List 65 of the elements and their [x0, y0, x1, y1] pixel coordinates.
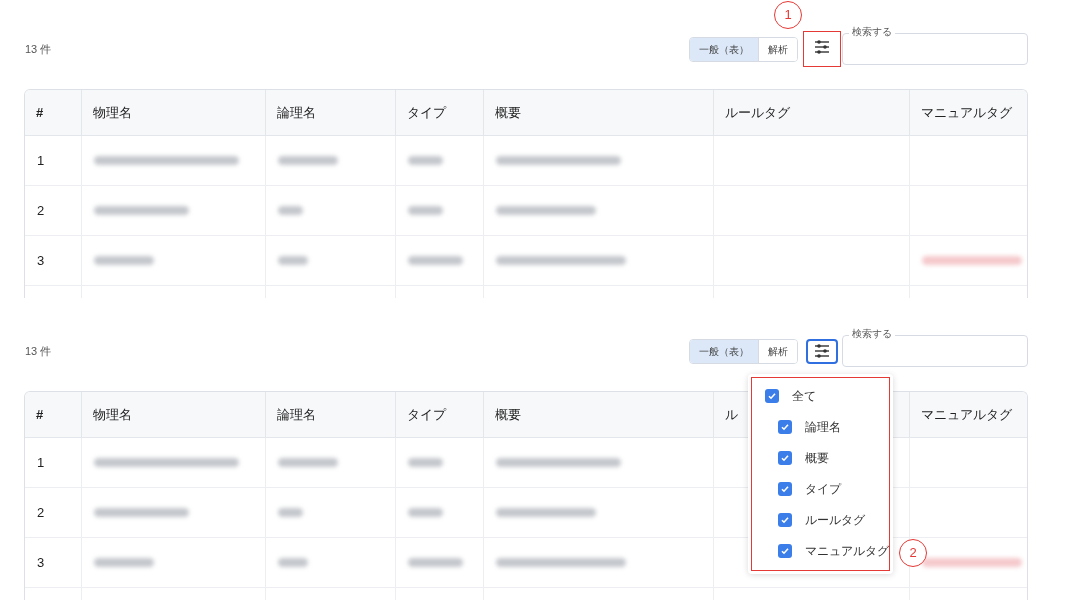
blurred-text — [278, 508, 303, 517]
blurred-text — [408, 458, 443, 467]
view-tab[interactable]: 解析 — [758, 37, 797, 61]
menu-option-label[interactable]: ルールタグ — [805, 511, 865, 529]
checkbox[interactable] — [778, 482, 792, 496]
column-header: マニュアルタグ — [921, 103, 1012, 122]
blurred-text — [408, 508, 443, 517]
annotation-number: 1 — [774, 1, 802, 29]
column-header: タイプ — [407, 405, 446, 424]
column-header: ル — [725, 405, 738, 424]
column-header: 論理名 — [277, 103, 316, 122]
column-header: タイプ — [407, 103, 446, 122]
row-number: 2 — [37, 503, 45, 522]
sliders-icon — [814, 39, 830, 54]
check-icon — [780, 484, 790, 494]
column-header: マニュアルタグ — [921, 405, 1012, 424]
row-number: 1 — [37, 151, 45, 170]
column-header: 物理名 — [93, 405, 132, 424]
blurred-text — [278, 558, 308, 567]
sliders-icon — [814, 344, 830, 358]
search-label: 検索する — [849, 24, 895, 39]
annotation-number: 2 — [899, 538, 927, 567]
menu-option-label[interactable]: タイプ — [805, 480, 841, 498]
view-tab[interactable]: 一般（表） — [690, 339, 758, 363]
search-label: 検索する — [849, 326, 895, 341]
result-count: 13 件 — [24, 41, 52, 57]
column-filter-button[interactable] — [806, 338, 838, 364]
menu-option-label[interactable]: 全て — [792, 387, 816, 405]
blurred-text — [94, 256, 154, 265]
menu-option-label[interactable]: 概要 — [805, 449, 829, 467]
blurred-text — [94, 558, 154, 567]
column-header: 概要 — [495, 103, 521, 122]
blurred-text — [278, 156, 338, 165]
view-tab[interactable]: 一般（表） — [690, 37, 758, 61]
column-header: 概要 — [495, 405, 521, 424]
check-icon — [780, 515, 790, 525]
blurred-text — [408, 156, 443, 165]
row-number: 3 — [37, 553, 45, 572]
checkbox[interactable] — [765, 389, 779, 403]
blurred-text — [278, 256, 308, 265]
column-header: # — [36, 103, 44, 122]
menu-option-label[interactable]: マニュアルタグ — [805, 542, 889, 560]
checkbox[interactable] — [778, 513, 792, 527]
checkbox[interactable] — [778, 544, 792, 558]
column-header: 物理名 — [93, 103, 132, 122]
blurred-text — [278, 206, 303, 215]
menu-option-label[interactable]: 論理名 — [805, 418, 841, 436]
row-number: 2 — [37, 201, 45, 220]
column-header: ルールタグ — [725, 103, 790, 122]
checkbox[interactable] — [778, 420, 792, 434]
row-number: 3 — [37, 251, 45, 270]
column-header: # — [36, 405, 44, 424]
view-tab[interactable]: 解析 — [758, 339, 797, 363]
check-icon — [780, 546, 790, 556]
blurred-text — [408, 206, 443, 215]
row-number: 1 — [37, 453, 45, 472]
checkbox[interactable] — [778, 451, 792, 465]
column-header: 論理名 — [277, 405, 316, 424]
check-icon — [780, 422, 790, 432]
result-count: 13 件 — [24, 343, 52, 359]
blurred-text — [278, 458, 338, 467]
blurred-text — [408, 256, 463, 265]
check-icon — [767, 391, 777, 401]
blurred-text — [408, 558, 463, 567]
check-icon — [780, 453, 790, 463]
